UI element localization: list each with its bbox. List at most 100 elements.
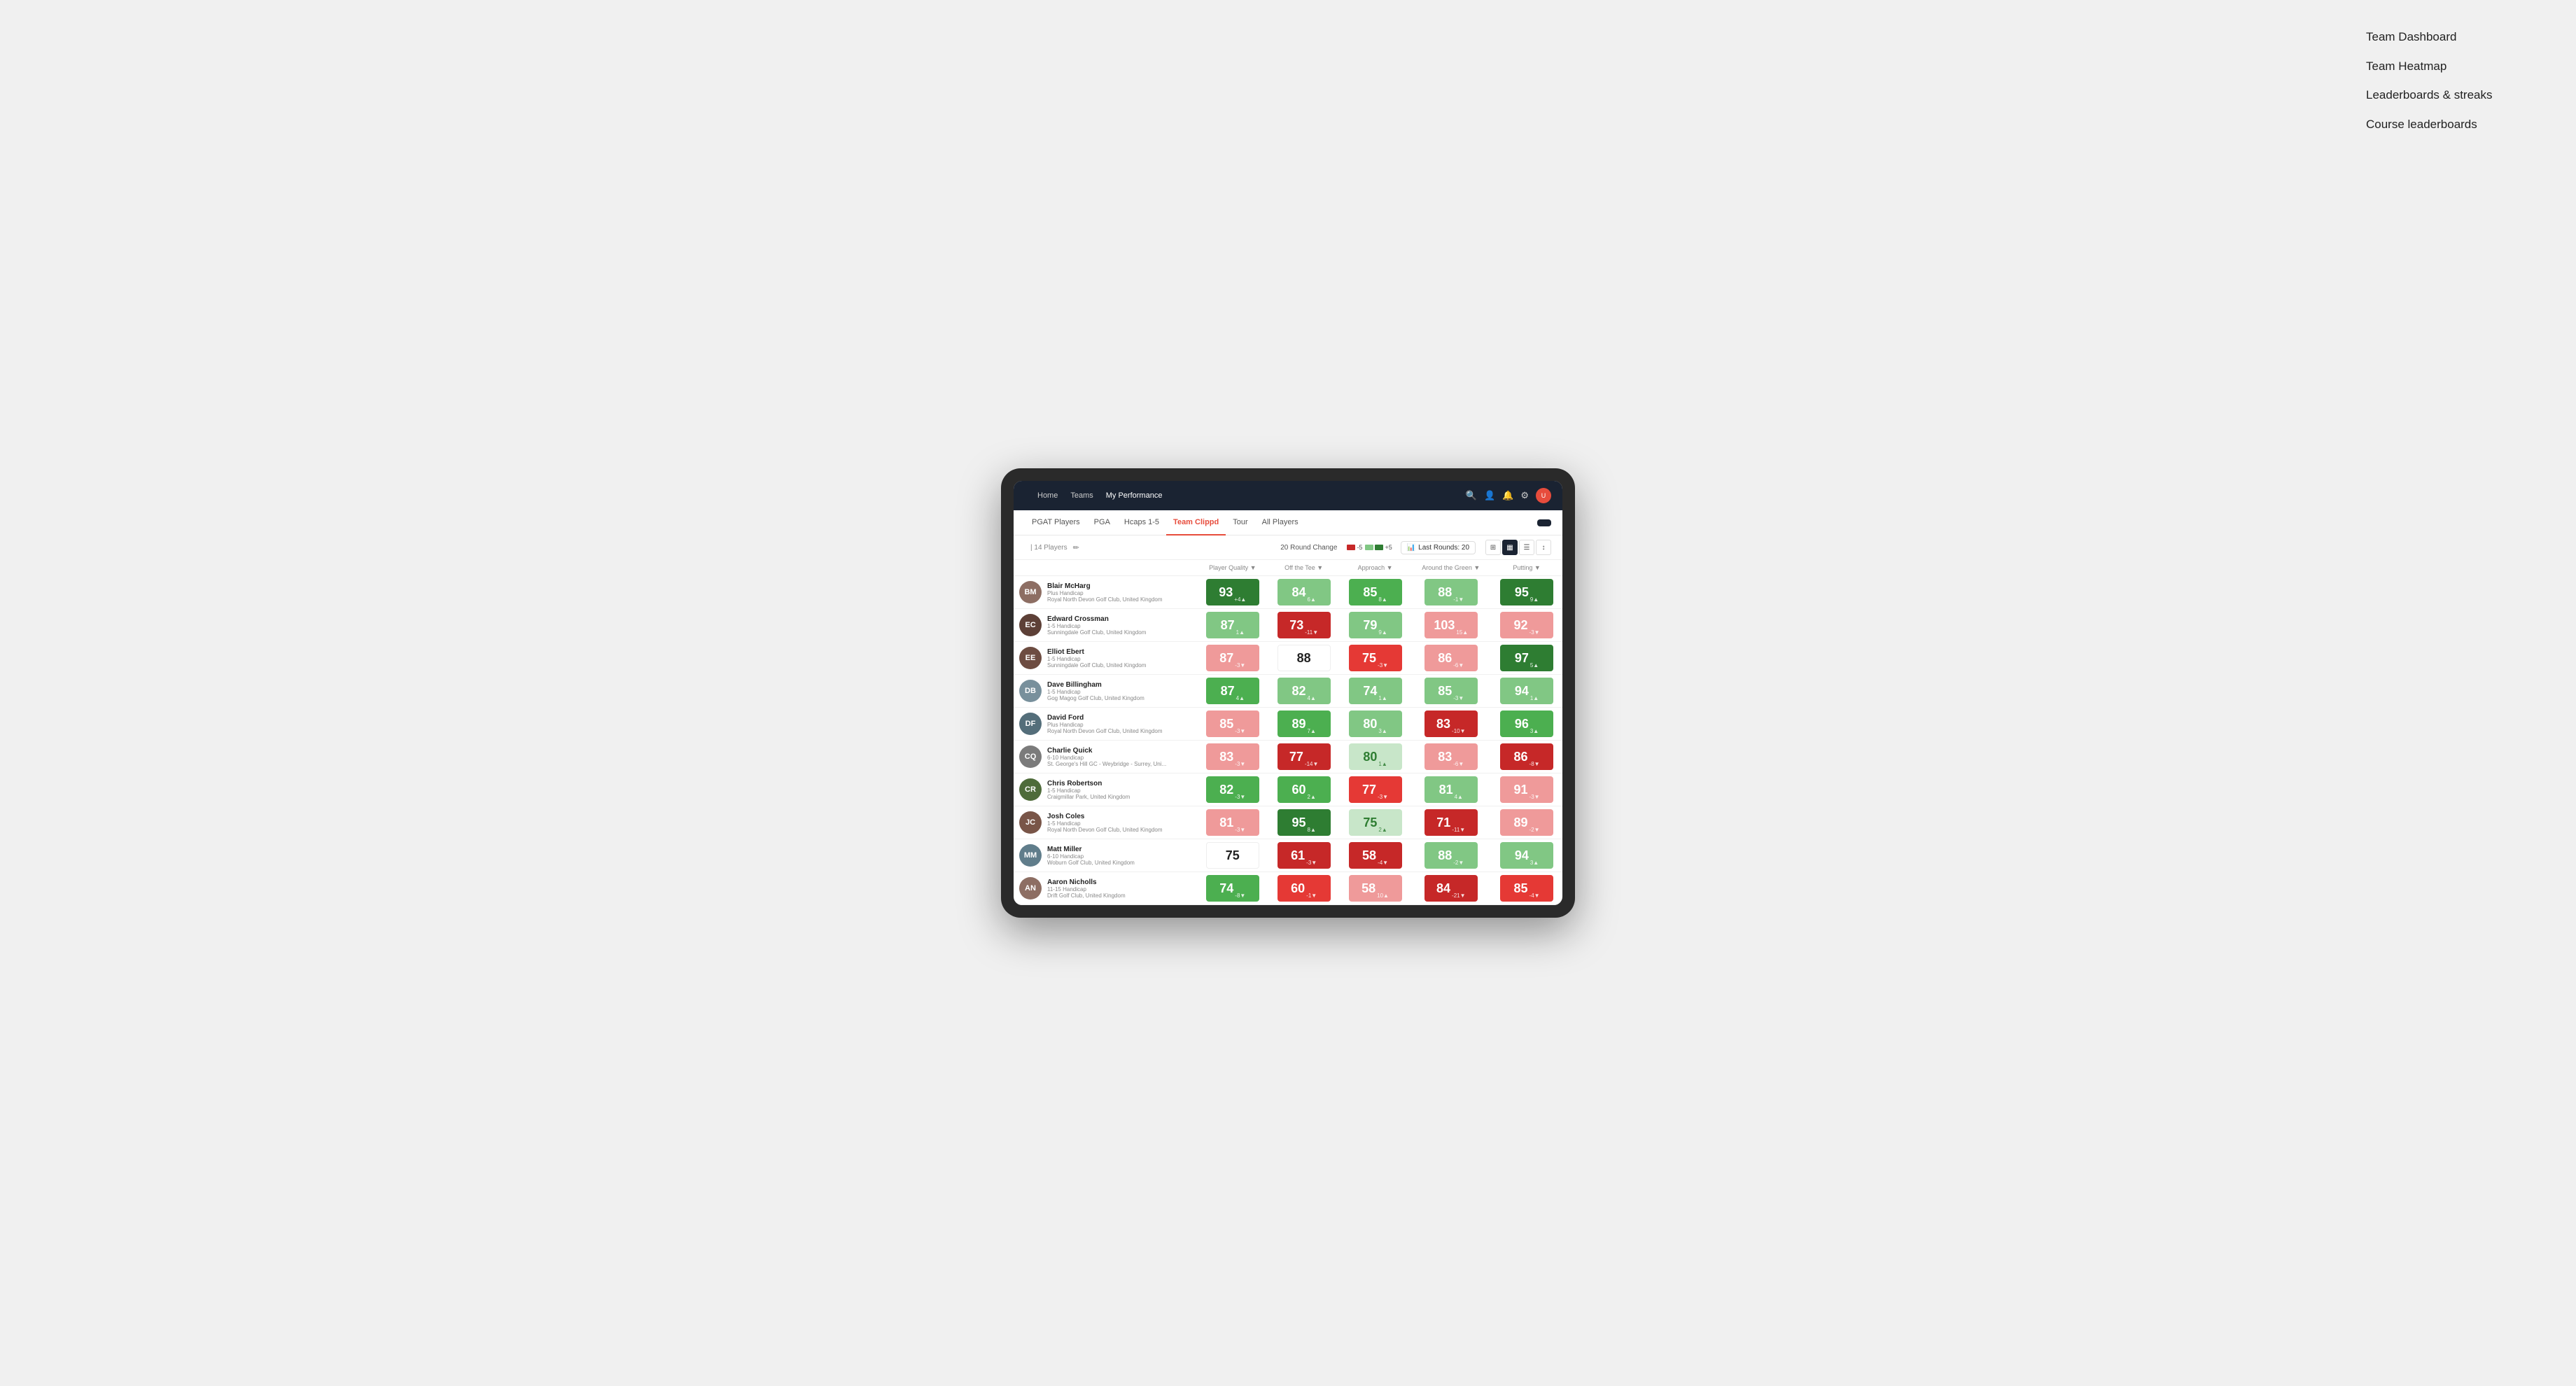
add-team-button[interactable] [1537,519,1551,526]
player-cell[interactable]: DB Dave Billingham 1-5 Handicap Gog Mago… [1014,676,1197,706]
table-row: BM Blair McHarg Plus Handicap Royal Nort… [1014,576,1562,609]
score-change: -3▼ [1306,860,1317,866]
score-box: 85 8▲ [1349,579,1402,606]
score-change: 1▲ [1530,695,1539,701]
player-name: David Ford [1047,714,1163,722]
score-box: 91 -3▼ [1500,776,1553,803]
score-cell-1: 95 8▲ [1268,806,1340,839]
score-value: 87 [1221,684,1235,699]
sub-nav-hcaps[interactable]: Hcaps 1-5 [1117,510,1166,536]
score-box: 96 3▲ [1500,710,1553,737]
col-off-tee[interactable]: Off the Tee ▼ [1268,560,1340,576]
score-value: 61 [1291,848,1305,863]
score-box: 58 10▲ [1349,875,1402,902]
player-cell[interactable]: CR Chris Robertson 1-5 Handicap Craigmil… [1014,774,1197,805]
nav-link-myperformance[interactable]: My Performance [1105,489,1164,503]
avatar-icon[interactable]: U [1536,488,1551,503]
score-box: 58 -4▼ [1349,842,1402,869]
last-rounds-label: Last Rounds: 20 [1418,544,1469,552]
score-box: 75 [1206,842,1259,869]
view-icons: ⊞ ▦ ☰ ↕ [1485,540,1551,555]
sub-nav-pga[interactable]: PGA [1087,510,1117,536]
score-value: 73 [1289,618,1303,633]
score-box: 94 3▲ [1500,842,1553,869]
score-box: 79 9▲ [1349,612,1402,638]
sub-nav-pgat[interactable]: PGAT Players [1025,510,1087,536]
score-value: 80 [1363,750,1377,764]
table-container: Player Quality ▼ Off the Tee ▼ Approach … [1014,560,1562,905]
player-club: Woburn Golf Club, United Kingdom [1047,860,1135,866]
player-info: David Ford Plus Handicap Royal North Dev… [1047,714,1163,734]
score-change: -3▼ [1235,827,1245,833]
score-cell-0: 93 +4▲ [1197,576,1268,609]
sub-nav-allplayers[interactable]: All Players [1255,510,1306,536]
score-cell-2: 85 8▲ [1340,576,1411,609]
nav-link-home[interactable]: Home [1036,489,1059,503]
score-box: 87 1▲ [1206,612,1259,638]
player-handicap: 1-5 Handicap [1047,788,1130,794]
sub-nav-teamclippd[interactable]: Team Clippd [1166,510,1226,536]
player-handicap: Plus Handicap [1047,590,1163,596]
score-cell-2: 80 1▲ [1340,741,1411,774]
score-value: 82 [1219,783,1233,797]
col-player-quality[interactable]: Player Quality ▼ [1197,560,1268,576]
score-change: 7▲ [1308,728,1316,734]
nav-icons: 🔍 👤 🔔 ⚙ U [1466,488,1551,503]
score-change: -3▼ [1378,794,1388,800]
last-rounds-button[interactable]: 📊 Last Rounds: 20 [1401,541,1476,554]
score-change: -1▼ [1306,892,1317,899]
score-cell-0: 87 1▲ [1197,609,1268,642]
player-cell[interactable]: CQ Charlie Quick 6-10 Handicap St. Georg… [1014,741,1197,772]
sort-icon[interactable]: ↕ [1536,540,1551,555]
score-box: 86 -8▼ [1500,743,1553,770]
score-value: 75 [1362,651,1376,666]
score-cell-2: 80 3▲ [1340,708,1411,741]
score-change: 15▲ [1456,629,1468,636]
player-info: Aaron Nicholls 11-15 Handicap Drift Golf… [1047,878,1126,899]
col-putting[interactable]: Putting ▼ [1491,560,1562,576]
player-cell[interactable]: EC Edward Crossman 1-5 Handicap Sunningd… [1014,610,1197,640]
player-cell[interactable]: JC Josh Coles 1-5 Handicap Royal North D… [1014,807,1197,838]
score-value: 81 [1219,816,1233,830]
player-cell[interactable]: BM Blair McHarg Plus Handicap Royal Nort… [1014,577,1197,608]
player-cell[interactable]: DF David Ford Plus Handicap Royal North … [1014,708,1197,739]
last-rounds-icon: 📊 [1407,544,1415,552]
grid-view-icon[interactable]: ⊞ [1485,540,1501,555]
score-value: 89 [1514,816,1528,830]
score-cell-0: 83 -3▼ [1197,741,1268,774]
col-approach[interactable]: Approach ▼ [1340,560,1411,576]
settings-icon[interactable]: ⚙ [1520,490,1529,501]
player-cell[interactable]: EE Elliot Ebert 1-5 Handicap Sunningdale… [1014,643,1197,673]
player-info: Josh Coles 1-5 Handicap Royal North Devo… [1047,813,1163,833]
heatmap-view-icon[interactable]: ▦ [1502,540,1518,555]
score-value: 91 [1514,783,1528,797]
edit-icon[interactable]: ✏ [1073,543,1079,552]
score-box: 71 -11▼ [1424,809,1478,836]
bell-icon[interactable]: 🔔 [1502,490,1513,501]
score-change: 8▲ [1378,596,1387,603]
list-view-icon[interactable]: ☰ [1519,540,1534,555]
score-value: 74 [1363,684,1377,699]
sub-nav-tour[interactable]: Tour [1226,510,1254,536]
player-cell[interactable]: MM Matt Miller 6-10 Handicap Woburn Golf… [1014,840,1197,871]
score-value: 84 [1436,881,1450,896]
score-change: -11▼ [1452,827,1465,833]
score-box: 89 7▲ [1278,710,1331,737]
score-value: 85 [1219,717,1233,732]
user-icon[interactable]: 👤 [1484,490,1495,501]
player-cell[interactable]: AN Aaron Nicholls 11-15 Handicap Drift G… [1014,873,1197,904]
score-change: 3▲ [1378,728,1387,734]
col-around-green[interactable]: Around the Green ▼ [1410,560,1491,576]
nav-link-teams[interactable]: Teams [1069,489,1094,503]
search-icon[interactable]: 🔍 [1466,490,1477,501]
score-cell-3: 88 -1▼ [1410,576,1491,609]
table-row: MM Matt Miller 6-10 Handicap Woburn Golf… [1014,839,1562,872]
table-row: JC Josh Coles 1-5 Handicap Royal North D… [1014,806,1562,839]
score-change: +4▲ [1234,596,1246,603]
score-value: 103 [1434,618,1455,633]
score-cell-3: 83 -10▼ [1410,708,1491,741]
score-change: 5▲ [1530,662,1539,668]
score-cell-4: 94 3▲ [1491,839,1562,872]
player-name: Chris Robertson [1047,780,1130,788]
player-info: Edward Crossman 1-5 Handicap Sunningdale… [1047,615,1146,636]
